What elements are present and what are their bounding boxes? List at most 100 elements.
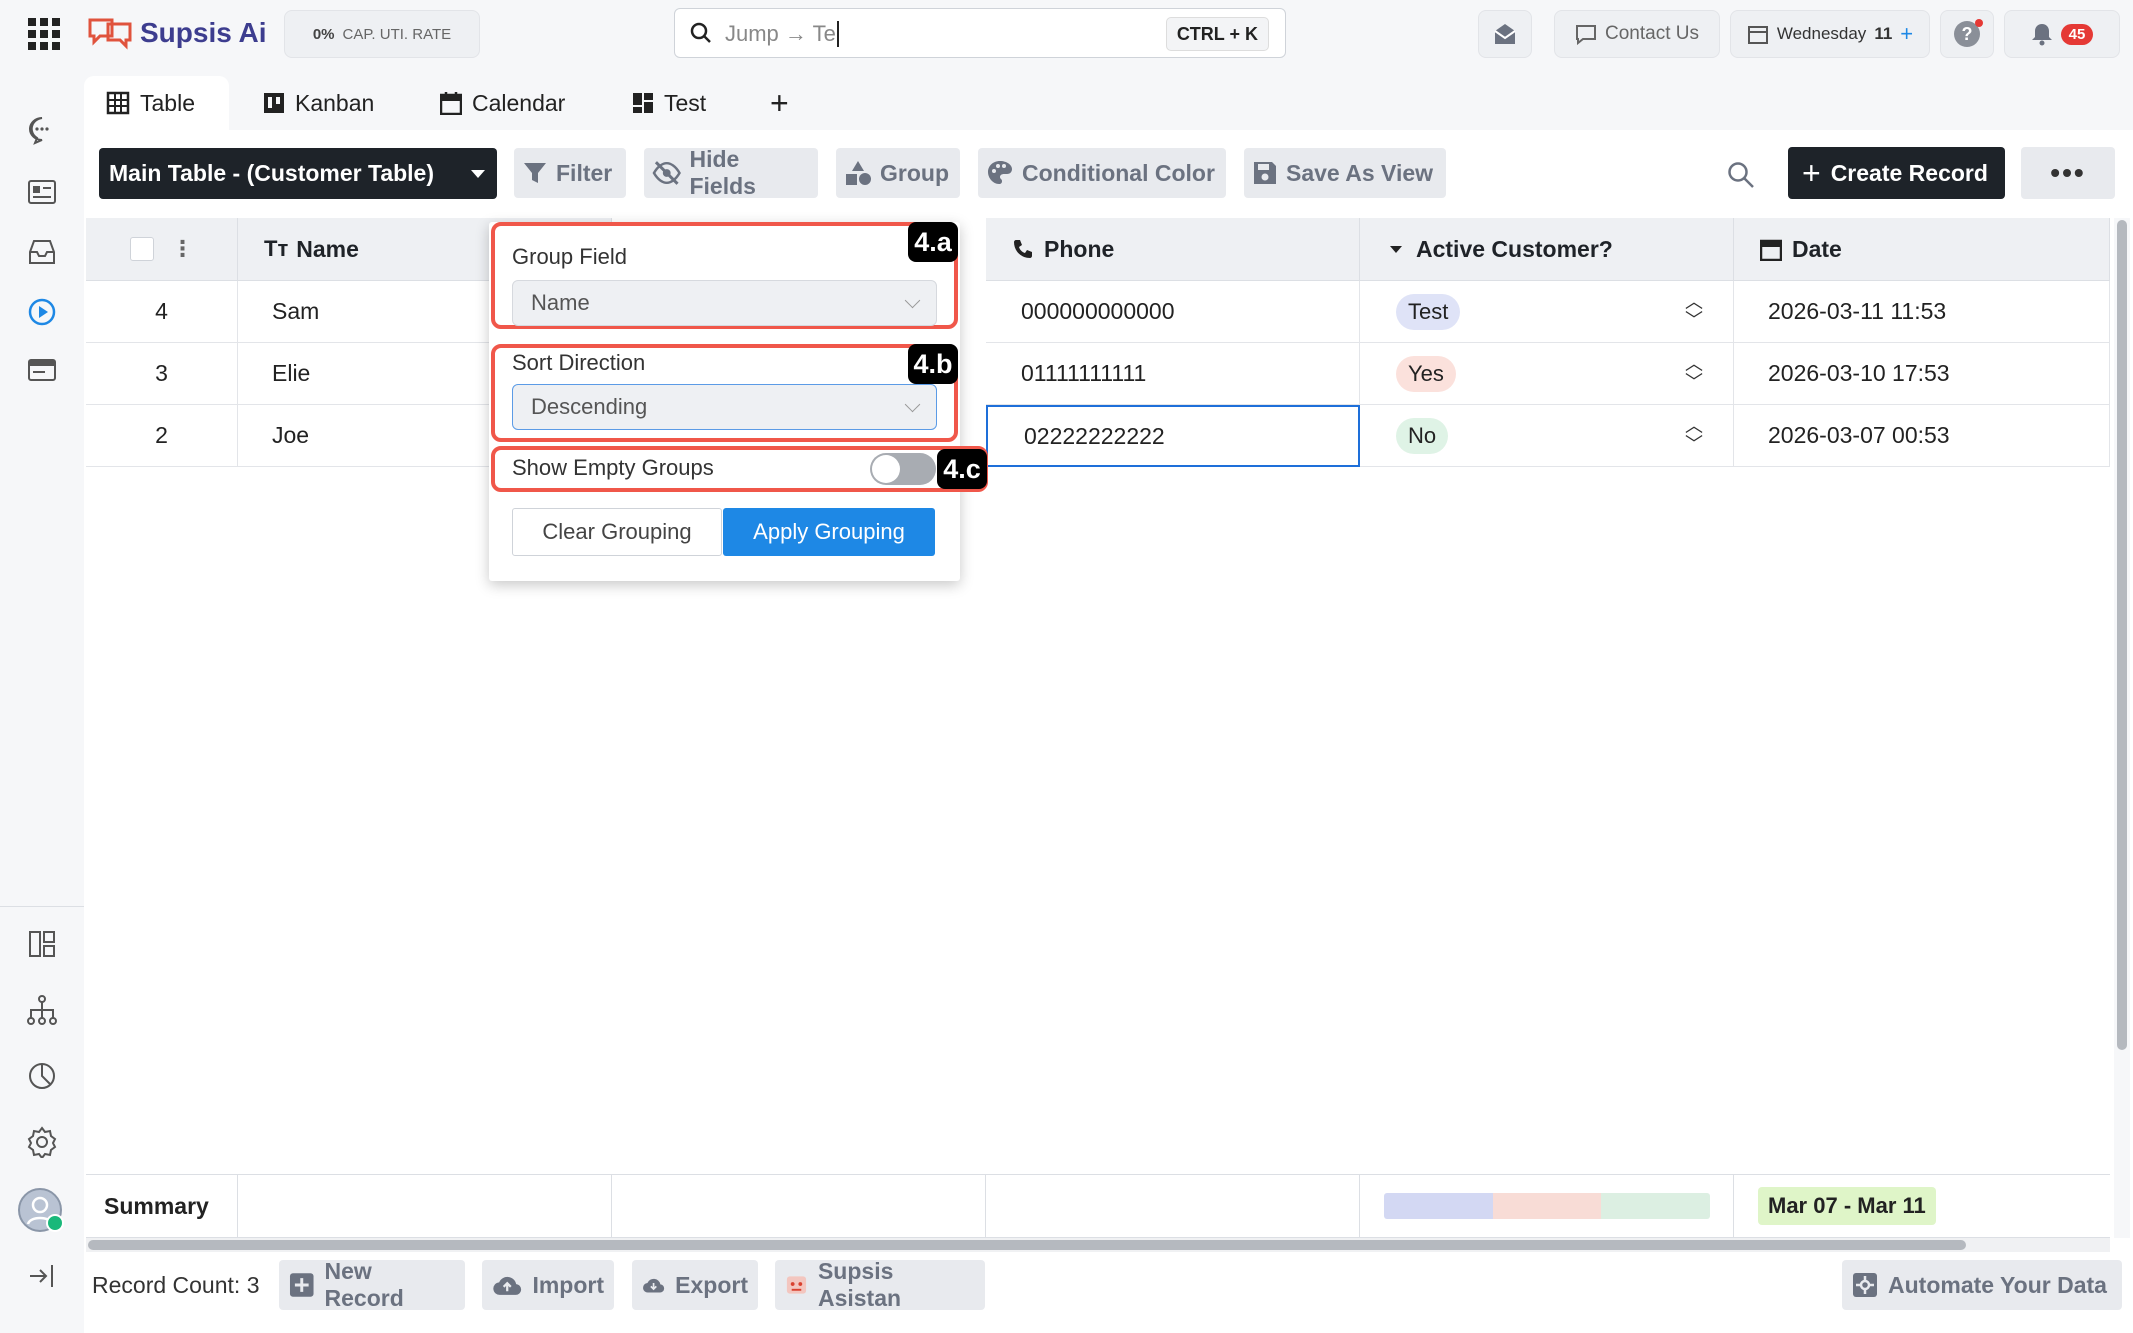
cell-phone[interactable]: 01111111111 (986, 343, 1360, 405)
hide-fields-label: Hide Fields (689, 146, 756, 199)
sort-direction-select[interactable]: Descending (512, 384, 937, 430)
help-dot (1975, 19, 1983, 27)
add-date-icon[interactable]: + (1900, 21, 1913, 47)
tab-kanban[interactable]: Kanban (241, 76, 396, 130)
user-avatar[interactable] (18, 1188, 64, 1232)
table-selector[interactable]: Main Table - (Customer Table) (99, 148, 497, 199)
show-empty-toggle[interactable] (870, 453, 936, 485)
tab-test[interactable]: Test (610, 76, 728, 130)
window-icon[interactable] (22, 350, 62, 390)
hide-fields-button[interactable]: Hide Fields (644, 146, 818, 199)
vertical-scrollbar[interactable] (2114, 218, 2130, 1238)
dropdown-type-icon (1390, 245, 1402, 253)
header-phone[interactable]: Phone (986, 218, 1360, 281)
contact-us-button[interactable]: Contact Us (1554, 10, 1720, 58)
header-active-customer[interactable]: Active Customer? (1360, 218, 1734, 281)
summary-divider (237, 1175, 238, 1237)
cell-phone[interactable]: 02222222222 (986, 405, 1360, 467)
pie-chart-icon[interactable] (22, 1056, 62, 1096)
import-button[interactable]: Import (482, 1260, 614, 1310)
group-button[interactable]: Group (836, 148, 960, 198)
group-label: Group (880, 159, 949, 186)
create-record-button[interactable]: + Create Record (1788, 147, 2005, 199)
clear-grouping-button[interactable]: Clear Grouping (512, 508, 722, 556)
summary-divider (611, 1175, 612, 1237)
chat-bubble-icon[interactable] (22, 110, 62, 150)
summary-row: Summary Mar 07 - Mar 11 (86, 1174, 2110, 1238)
settings-gear-icon[interactable] (22, 1122, 62, 1162)
summary-divider (1733, 1175, 1734, 1237)
tab-test-label: Test (664, 89, 707, 116)
tab-table[interactable]: Table (84, 76, 229, 130)
search-box[interactable]: Jump → Te CTRL + K (674, 8, 1286, 58)
save-as-view-button[interactable]: Save As View (1244, 148, 1446, 198)
filter-icon (524, 163, 546, 183)
text-type-icon: Tт (264, 236, 289, 261)
row-id: 2 (86, 405, 238, 467)
horizontal-scrollbar[interactable] (86, 1238, 2110, 1252)
sort-arrows-icon[interactable]: ︿ ﹀ (1685, 293, 1703, 329)
contact-card-icon[interactable] (22, 172, 62, 212)
expand-sidebar-icon[interactable] (22, 1256, 62, 1296)
help-button[interactable]: ? (1940, 10, 1994, 58)
sort-arrows-icon[interactable]: ︿ ﹀ (1685, 355, 1703, 391)
cloud-download-icon (643, 1278, 665, 1293)
vertical-scroll-thumb[interactable] (2117, 220, 2127, 1050)
group-field-select[interactable]: Name (512, 280, 937, 326)
cell-phone[interactable]: 000000000000 (986, 281, 1360, 343)
search-input[interactable]: Jump → Te (725, 21, 839, 47)
cell-active[interactable]: No ︿ ﹀ (1360, 405, 1734, 467)
add-tab-button[interactable]: + (748, 76, 811, 130)
export-button[interactable]: Export (632, 1260, 758, 1310)
notifications-button[interactable]: 45 (2004, 10, 2120, 58)
cell-active[interactable]: Test ︿ ﹀ (1360, 281, 1734, 343)
header-select: ⋮ (86, 218, 238, 281)
more-options-button[interactable]: ••• (2021, 147, 2115, 199)
date-widget[interactable]: Wednesday 11 + (1730, 10, 1930, 58)
search-shortcut: CTRL + K (1165, 17, 1269, 51)
tab-table-label: Table (140, 89, 195, 116)
import-label: Import (532, 1271, 604, 1298)
chat-icon (1576, 25, 1596, 45)
layout-panels-icon[interactable] (22, 924, 62, 964)
contact-us-label: Contact Us (1605, 23, 1699, 44)
chevron-down-icon (904, 292, 921, 308)
select-all-checkbox[interactable] (129, 237, 154, 261)
cell-date[interactable]: 2026-03-10 17:53 (1734, 343, 2110, 405)
horizontal-scroll-thumb[interactable] (88, 1240, 1966, 1250)
header-date[interactable]: Date (1734, 218, 2110, 281)
annotation-tag-4a: 4.a (908, 222, 958, 262)
new-record-button[interactable]: New Record (279, 1258, 465, 1311)
shapes-icon (846, 161, 871, 185)
inbox-icon[interactable] (22, 232, 62, 272)
filter-button[interactable]: Filter (514, 148, 626, 198)
cell-date[interactable]: 2026-03-07 00:53 (1734, 405, 2110, 467)
logo[interactable]: Supsis Ai (86, 12, 267, 54)
table-search-icon[interactable] (1726, 160, 1756, 190)
play-circle-icon[interactable] (22, 292, 62, 332)
capacity-rate[interactable]: 0% CAP. UTI. RATE (284, 10, 480, 58)
cell-active[interactable]: Yes ︿ ﹀ (1360, 343, 1734, 405)
assistant-avatar-icon (786, 1276, 807, 1294)
chevron-down-icon (904, 396, 921, 412)
automate-button[interactable]: Automate Your Data (1842, 1260, 2122, 1310)
calendar-icon (440, 92, 462, 115)
apps-grid-icon[interactable] (28, 18, 60, 50)
caret-down-icon (471, 169, 485, 178)
conditional-color-button[interactable]: Conditional Color (978, 148, 1226, 198)
cell-date[interactable]: 2026-03-11 11:53 (1734, 281, 2110, 343)
eye-off-icon (652, 161, 681, 185)
tab-calendar[interactable]: Calendar (418, 76, 587, 130)
mail-icon (1494, 24, 1516, 44)
hierarchy-icon[interactable] (22, 990, 62, 1030)
day-label: Wednesday (1776, 24, 1867, 43)
column-menu-icon[interactable]: ⋮ (172, 238, 194, 260)
mail-button[interactable] (1478, 10, 1532, 58)
status-distribution-bar (1384, 1193, 1710, 1219)
apply-grouping-button[interactable]: Apply Grouping (723, 508, 935, 556)
supsis-asistan-button[interactable]: Supsis Asistan (775, 1258, 985, 1311)
sort-arrows-icon[interactable]: ︿ ﹀ (1685, 417, 1703, 453)
show-empty-label: Show Empty Groups (512, 455, 714, 480)
create-record-label: Create Record (1830, 159, 1988, 186)
notification-count: 45 (2060, 23, 2094, 45)
